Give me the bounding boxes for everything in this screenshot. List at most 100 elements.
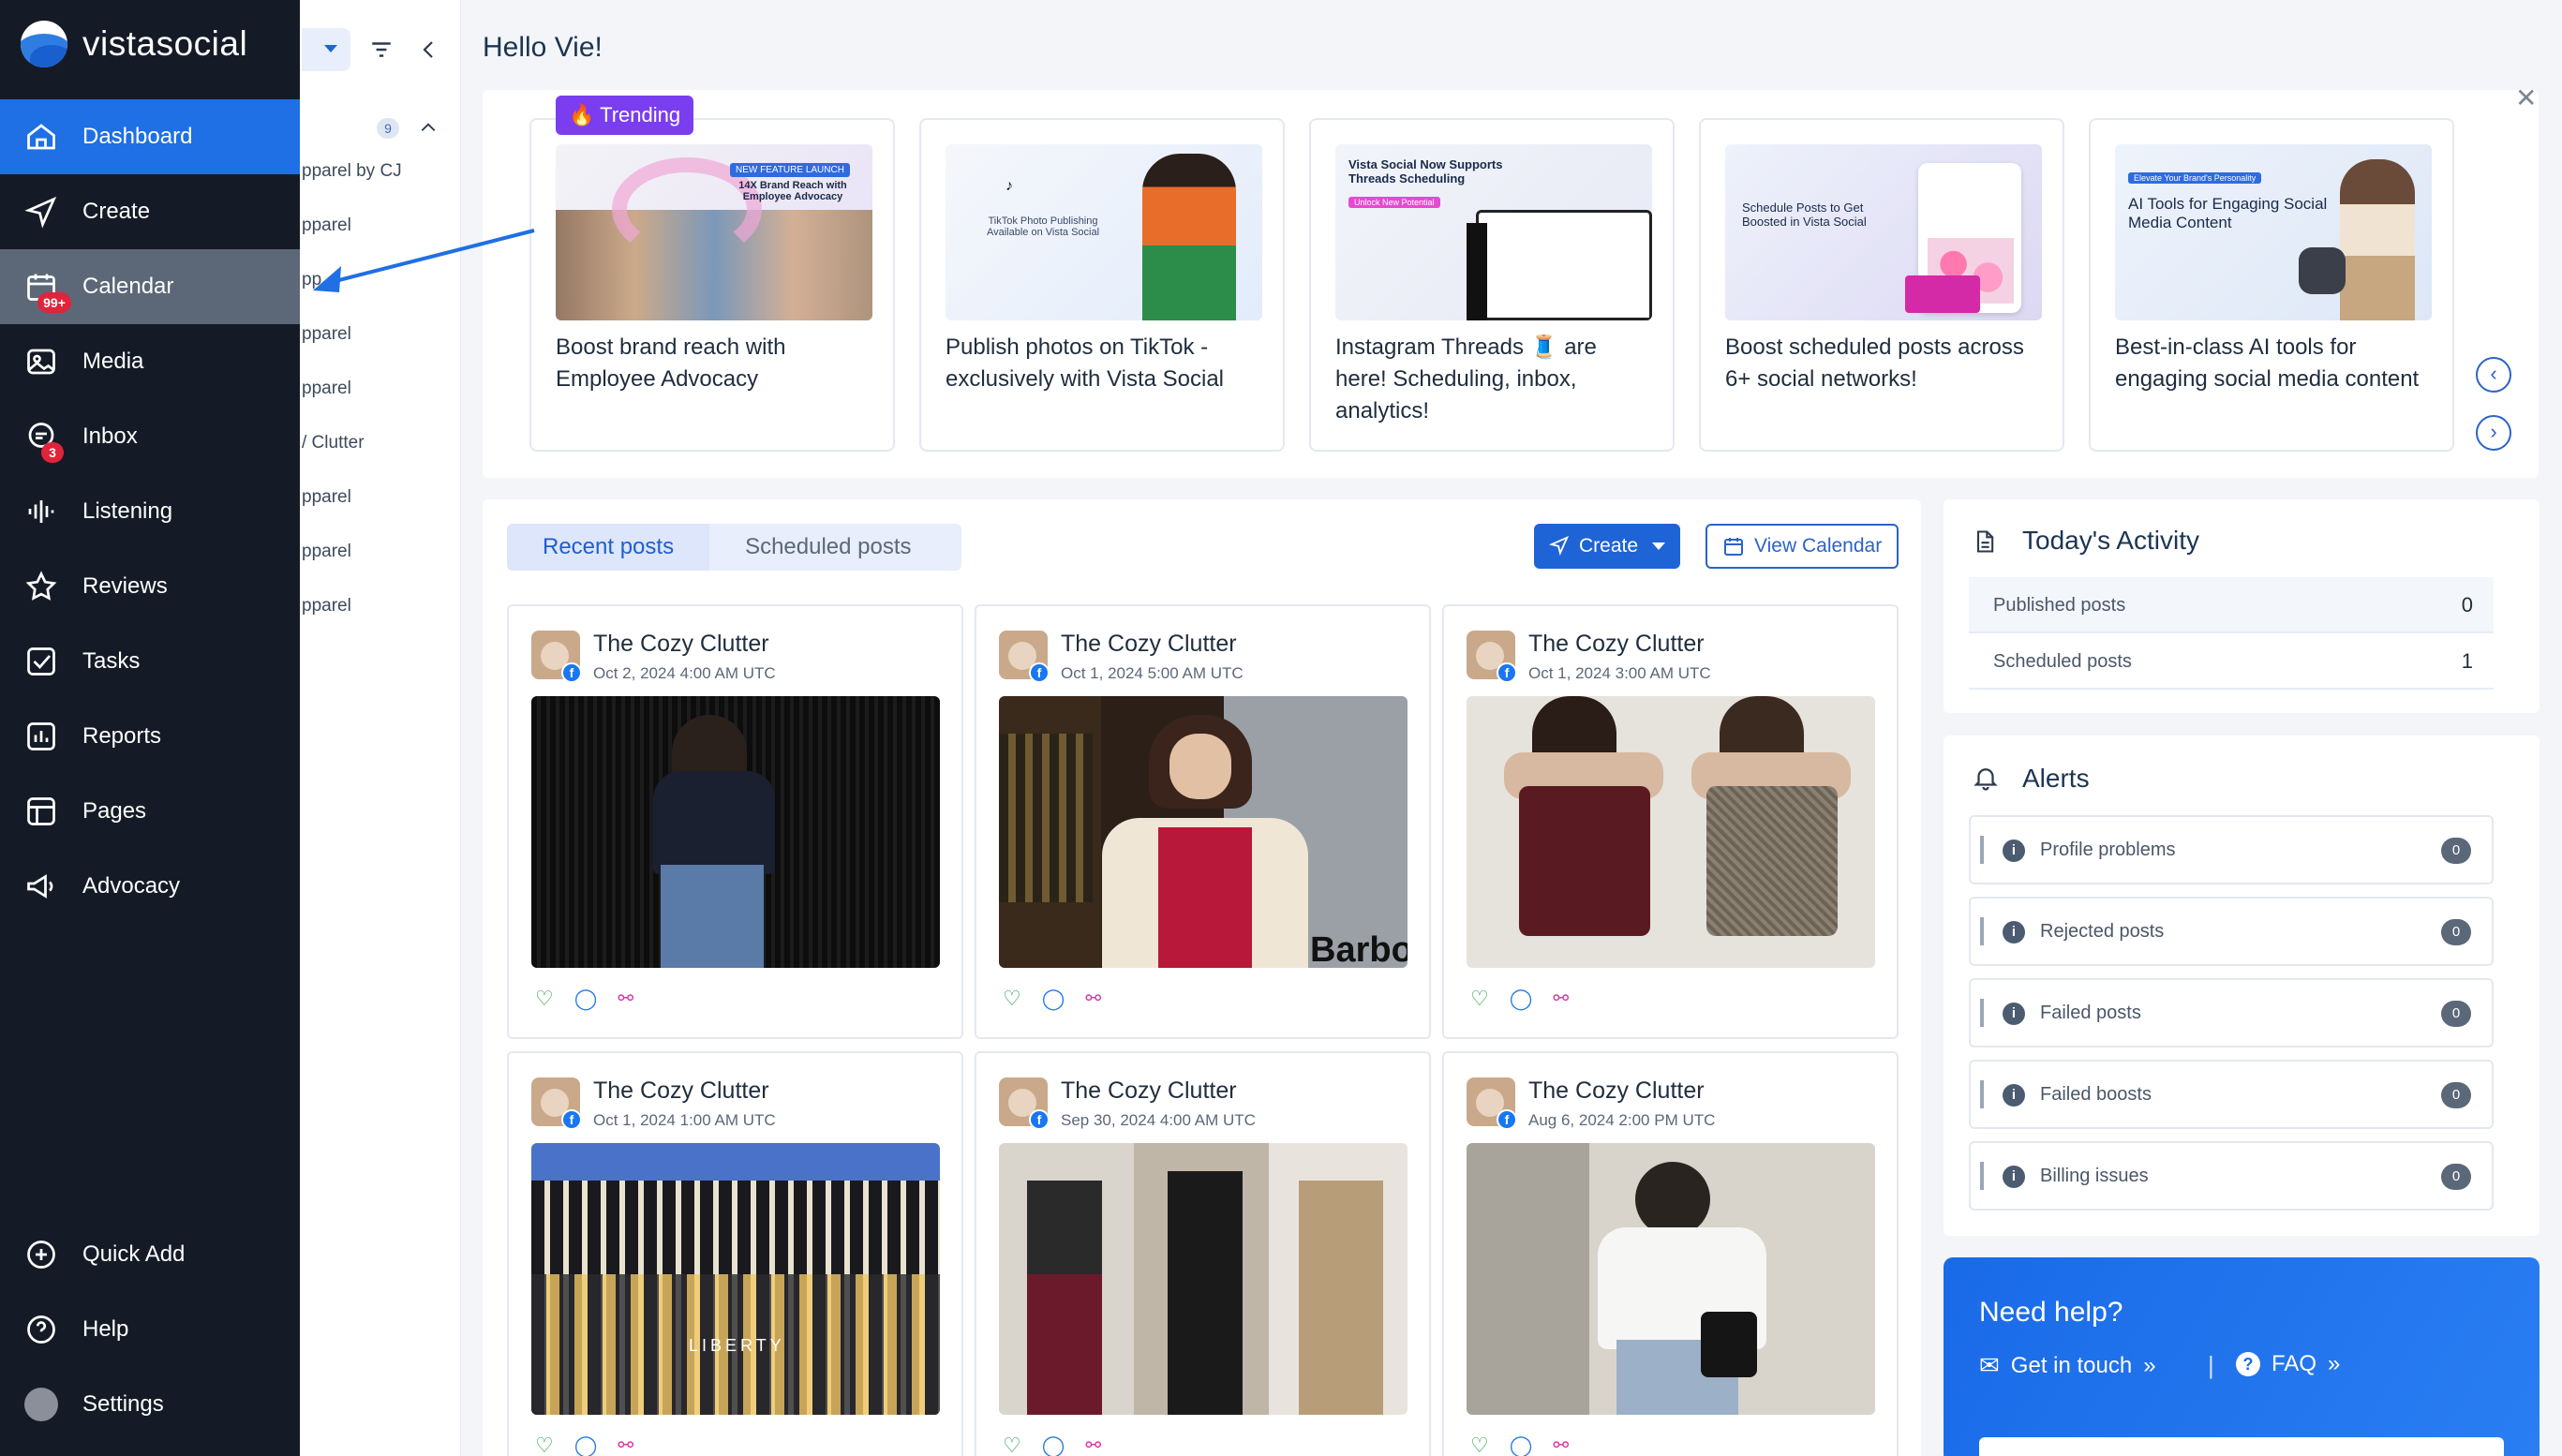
create-button[interactable]: Create (1534, 524, 1680, 569)
nav-label: Tasks (82, 648, 141, 674)
alert-label: Rejected posts (2040, 921, 2165, 942)
nav-reviews[interactable]: Reviews (0, 549, 300, 624)
post-actions: ♡ ◯ ⚯ (1470, 1434, 1569, 1456)
alerts-title: Alerts (2022, 764, 2090, 793)
alert-row[interactable]: i Rejected posts 0 (1969, 897, 2494, 966)
comment-icon[interactable]: ◯ (1042, 1434, 1065, 1456)
alert-row[interactable]: i Profile problems 0 (1969, 815, 2494, 884)
nav-calendar[interactable]: 99+ Calendar (0, 249, 300, 324)
chevron-up-icon[interactable] (418, 118, 439, 137)
post-card[interactable]: f The Cozy Clutter Oct 2, 2024 4:00 AM U… (507, 604, 963, 1039)
trending-card[interactable]: Elevate Your Brand's Personality AI Tool… (2089, 118, 2454, 452)
heart-icon[interactable]: ♡ (1470, 1434, 1489, 1456)
avatar (24, 1388, 58, 1421)
profile-item[interactable]: pparel by CJ (302, 161, 402, 182)
heart-icon[interactable]: ♡ (535, 1434, 554, 1456)
activity-value: 1 (2461, 649, 2473, 673)
heart-icon[interactable]: ♡ (1003, 1434, 1021, 1456)
info-icon: i (2003, 921, 2025, 943)
post-card[interactable]: f The Cozy Clutter Aug 6, 2024 2:00 PM U… (1442, 1051, 1899, 1456)
profile-dropdown[interactable] (302, 28, 350, 71)
get-in-touch-link[interactable]: ✉ Get in touch » (1979, 1351, 2156, 1380)
nav-label: Advocacy (82, 873, 181, 899)
nav-label: Media (82, 349, 144, 374)
card-text: Boost brand reach with Employee Advocacy (556, 334, 786, 392)
profile-item[interactable]: pparel (302, 542, 351, 562)
tab-recent-posts[interactable]: Recent posts (507, 524, 710, 571)
post-card[interactable]: f The Cozy Clutter Oct 1, 2024 3:00 AM U… (1442, 604, 1899, 1039)
facebook-icon: f (1029, 662, 1050, 683)
alert-label: Profile problems (2040, 839, 2176, 860)
post-author: The Cozy Clutter (1061, 631, 1237, 657)
comment-icon[interactable]: ◯ (1510, 987, 1533, 1011)
profile-item[interactable]: pparel (302, 487, 351, 508)
share-icon[interactable]: ⚯ (1553, 1434, 1569, 1456)
tab-scheduled-posts[interactable]: Scheduled posts (709, 524, 946, 571)
filter-icon[interactable] (367, 37, 395, 62)
comment-icon[interactable]: ◯ (574, 987, 598, 1011)
card-text: Boost scheduled posts across 6+ social n… (1725, 334, 2024, 392)
nav-quick-add[interactable]: Quick Add (0, 1217, 300, 1292)
heart-icon[interactable]: ♡ (1003, 987, 1021, 1011)
comment-icon[interactable]: ◯ (1510, 1434, 1533, 1456)
card-thumbnail: Schedule Posts to Get Boosted in Vista S… (1725, 144, 2042, 320)
nav-listening[interactable]: Listening (0, 474, 300, 549)
comment-icon[interactable]: ◯ (574, 1434, 598, 1456)
facebook-icon: f (1029, 1109, 1050, 1130)
carousel-prev-button[interactable]: ‹ (2476, 357, 2511, 393)
collapse-panel-icon[interactable] (418, 36, 440, 64)
post-date: Sep 30, 2024 4:00 AM UTC (1061, 1111, 1256, 1129)
view-calendar-button[interactable]: View Calendar (1706, 524, 1899, 569)
nav-create[interactable]: Create (0, 174, 300, 249)
nav-label: Create (82, 199, 151, 224)
nav-help[interactable]: Help (0, 1292, 300, 1367)
profile-item[interactable]: pparel (302, 379, 351, 399)
post-actions: ♡ ◯ ⚯ (1003, 987, 1101, 1011)
alert-row[interactable]: i Billing issues 0 (1969, 1141, 2494, 1211)
profile-item[interactable]: / Clutter (302, 433, 365, 453)
post-card[interactable]: f The Cozy Clutter Sep 30, 2024 4:00 AM … (975, 1051, 1431, 1456)
trending-card[interactable]: Schedule Posts to Get Boosted in Vista S… (1699, 118, 2064, 452)
nav-settings[interactable]: Settings (0, 1367, 300, 1442)
share-icon[interactable]: ⚯ (1085, 987, 1101, 1011)
comment-icon[interactable]: ◯ (1042, 987, 1065, 1011)
share-icon[interactable]: ⚯ (1553, 987, 1569, 1011)
profile-item[interactable]: pparel (302, 324, 351, 345)
nav-pages[interactable]: Pages (0, 774, 300, 849)
faq-link[interactable]: ? FAQ » (2236, 1351, 2340, 1377)
nav-reports[interactable]: Reports (0, 699, 300, 774)
heart-icon[interactable]: ♡ (1470, 987, 1489, 1011)
logo[interactable]: vistasocial (21, 21, 247, 67)
close-icon[interactable]: ✕ (2515, 82, 2537, 113)
nav-advocacy[interactable]: Advocacy (0, 849, 300, 924)
heart-icon[interactable]: ♡ (535, 987, 554, 1011)
trending-card[interactable]: ♪ TikTok Photo Publishing Available on V… (919, 118, 1285, 452)
card-text: Publish photos on TikTok - exclusively w… (946, 334, 1225, 392)
alert-row[interactable]: i Failed posts 0 (1969, 978, 2494, 1047)
trending-card[interactable]: NEW FEATURE LAUNCH 14X Brand Reach with … (529, 118, 895, 452)
share-icon[interactable]: ⚯ (618, 987, 633, 1011)
annotation-arrow (313, 229, 535, 292)
page-title: Hello Vie! (483, 32, 603, 63)
facebook-icon: f (561, 662, 582, 683)
bell-icon (1974, 768, 1998, 791)
alert-count: 0 (2441, 1001, 2471, 1027)
alert-row[interactable]: i Failed boosts 0 (1969, 1060, 2494, 1129)
thumb-title: Vista Social Now Supports Threads Schedu… (1348, 157, 1503, 186)
activity-row[interactable]: Scheduled posts 1 (1969, 633, 2494, 690)
profile-item[interactable]: pparel (302, 596, 351, 617)
share-icon[interactable]: ⚯ (1085, 1434, 1101, 1456)
carousel-next-button[interactable]: › (2476, 415, 2511, 451)
checkbox-icon (27, 647, 55, 676)
share-icon[interactable]: ⚯ (618, 1434, 633, 1456)
trending-card[interactable]: Vista Social Now Supports Threads Schedu… (1309, 118, 1675, 452)
post-card[interactable]: f The Cozy Clutter Oct 1, 2024 5:00 AM U… (975, 604, 1431, 1039)
help-action-button[interactable] (1979, 1437, 2504, 1456)
nav-inbox[interactable]: 3 Inbox (0, 399, 300, 474)
nav-dashboard[interactable]: Dashboard (0, 99, 300, 174)
nav-tasks[interactable]: Tasks (0, 624, 300, 699)
activity-row[interactable]: Published posts 0 (1969, 577, 2494, 633)
info-icon: i (2003, 1003, 2025, 1025)
nav-media[interactable]: Media (0, 324, 300, 399)
post-card[interactable]: f The Cozy Clutter Oct 1, 2024 1:00 AM U… (507, 1051, 963, 1456)
